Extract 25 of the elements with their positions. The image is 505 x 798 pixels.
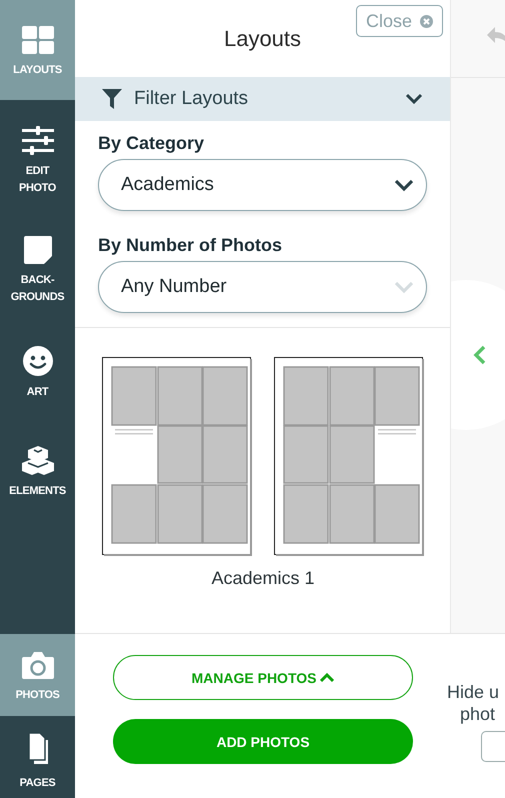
sidebar-item[interactable]: ELEMENTS xyxy=(0,420,75,520)
chevron-down-icon xyxy=(405,93,423,105)
chevron-left-icon[interactable] xyxy=(473,345,487,365)
panel-title: Layouts xyxy=(224,26,302,52)
hint-text: Hide u xyxy=(447,681,500,703)
sidebar-item[interactable]: BACK- GROUNDS xyxy=(0,210,75,320)
note-icon xyxy=(24,236,52,264)
filter-bar[interactable]: Filter Layouts xyxy=(75,77,450,121)
camera-icon xyxy=(22,651,54,679)
hint-text: phot xyxy=(460,703,496,725)
close-icon xyxy=(420,14,434,28)
sliders-icon xyxy=(22,126,54,155)
sidebar-item[interactable]: EDIT PHOTO xyxy=(0,100,75,210)
undo-icon xyxy=(487,27,505,45)
field-label: By Category xyxy=(98,133,206,154)
field-label: By Number of Photos xyxy=(98,235,284,256)
chevron-up-icon xyxy=(320,672,334,683)
dropdown[interactable]: Academics xyxy=(98,159,427,211)
sidebar-item[interactable]: PAGES xyxy=(0,716,75,798)
smiley-icon xyxy=(22,346,52,376)
blocks-icon xyxy=(22,446,54,475)
sidebar-item[interactable]: ART xyxy=(0,320,75,420)
layout-name: Academics 1 xyxy=(211,568,315,589)
grid-icon xyxy=(22,26,54,54)
filter-icon xyxy=(102,89,122,109)
